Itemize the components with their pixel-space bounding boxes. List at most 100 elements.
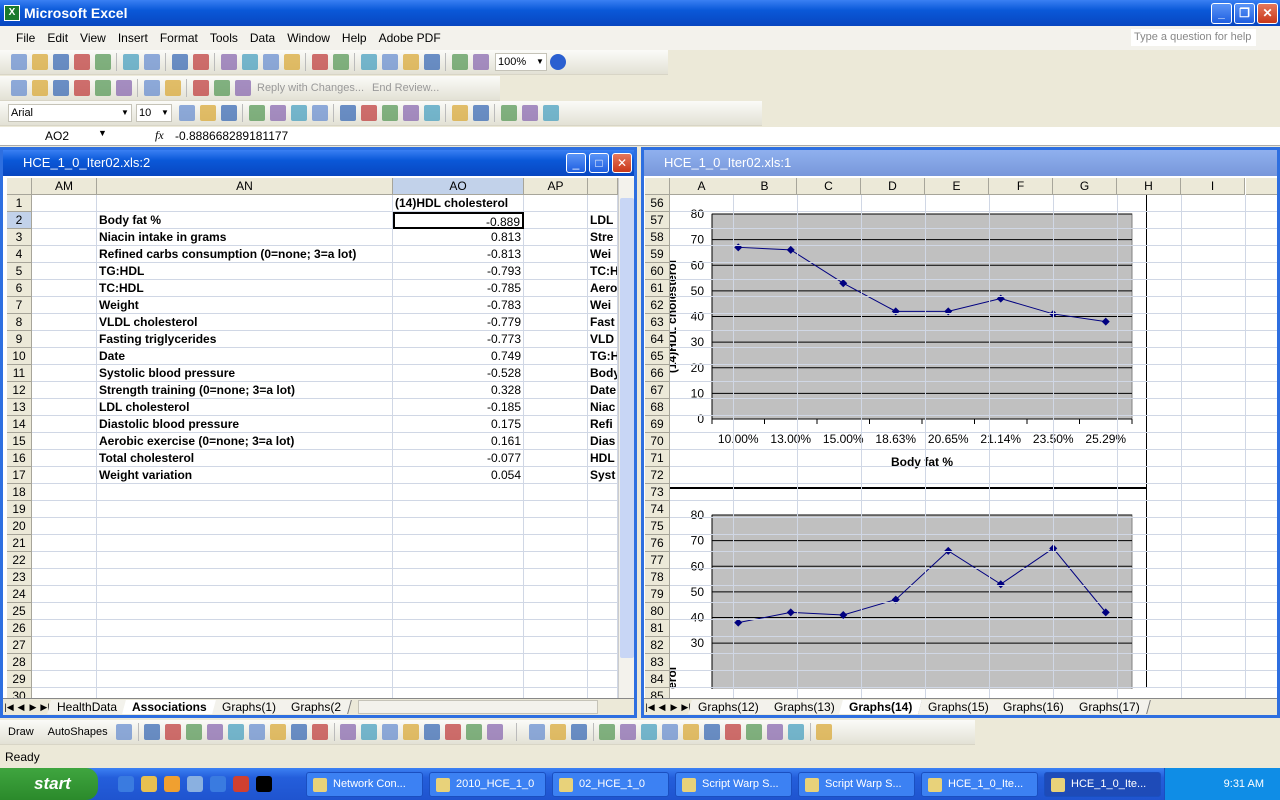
grid-cell[interactable] xyxy=(862,688,926,698)
grid-cell[interactable] xyxy=(670,297,734,314)
line-style-icon[interactable] xyxy=(403,724,420,740)
show-all-comments-icon[interactable] xyxy=(94,80,111,96)
grid-cell[interactable] xyxy=(97,552,393,569)
grid-cell[interactable] xyxy=(1118,603,1182,620)
row-header[interactable]: 5 xyxy=(7,263,32,280)
sort-ascending-icon[interactable] xyxy=(402,54,419,70)
bold-icon[interactable] xyxy=(178,105,195,121)
row-header[interactable]: 71 xyxy=(645,450,670,467)
clock-icon[interactable] xyxy=(164,776,180,792)
grid-cell[interactable] xyxy=(926,501,990,518)
grid-cell[interactable] xyxy=(588,195,618,212)
cell-variable-name[interactable]: Weight xyxy=(97,297,393,314)
row-header[interactable]: 76 xyxy=(645,535,670,552)
cell-header-ao[interactable]: (14)HDL cholesterol xyxy=(393,195,524,212)
decrease-indent-icon[interactable] xyxy=(451,105,468,121)
grid-cell[interactable] xyxy=(734,484,798,501)
grid-cell[interactable] xyxy=(1118,467,1182,484)
grid-cell[interactable] xyxy=(1054,671,1118,688)
grid-cell[interactable] xyxy=(1246,671,1277,688)
grid-cell[interactable] xyxy=(926,535,990,552)
format-painter-icon[interactable] xyxy=(283,54,300,70)
cell-variable-name[interactable]: Weight variation xyxy=(97,467,393,484)
grid-cell[interactable] xyxy=(1182,637,1246,654)
grid-cell[interactable] xyxy=(1118,535,1182,552)
grid-cell[interactable] xyxy=(734,246,798,263)
row-header[interactable]: 68 xyxy=(645,399,670,416)
taskbar-button[interactable]: Script Warp S... xyxy=(675,772,792,797)
reply-with-changes-button[interactable]: Reply with Changes... xyxy=(257,82,364,94)
grid-cell[interactable] xyxy=(524,569,588,586)
cell-correlation[interactable]: 0.328 xyxy=(393,382,524,399)
grid-cell[interactable] xyxy=(1118,416,1182,433)
grid-cell[interactable] xyxy=(862,671,926,688)
drawing-icon[interactable] xyxy=(472,54,489,70)
grid-cell[interactable] xyxy=(524,246,588,263)
column-header-next[interactable] xyxy=(1246,178,1277,195)
cmd-icon[interactable] xyxy=(256,776,272,792)
grid-cell[interactable] xyxy=(1182,586,1246,603)
row-header[interactable]: 63 xyxy=(645,314,670,331)
row-header[interactable]: 30 xyxy=(7,688,32,698)
grid-cell[interactable] xyxy=(588,501,618,518)
grid-cell[interactable] xyxy=(734,603,798,620)
grid-cell[interactable] xyxy=(524,671,588,688)
grid-cell[interactable] xyxy=(32,399,97,416)
cell-ap[interactable]: Stre xyxy=(588,229,618,246)
grid-cell[interactable] xyxy=(1054,688,1118,698)
grid-cell[interactable] xyxy=(393,501,524,518)
chrome-icon[interactable] xyxy=(233,776,249,792)
grid-cell[interactable] xyxy=(524,467,588,484)
grid-cell[interactable] xyxy=(862,348,926,365)
grid-cell[interactable] xyxy=(524,399,588,416)
grid-cell[interactable] xyxy=(524,314,588,331)
grid-cell[interactable] xyxy=(1054,569,1118,586)
row-header[interactable]: 16 xyxy=(7,450,32,467)
grid-cell[interactable] xyxy=(862,586,926,603)
menu-tools[interactable]: Tools xyxy=(204,31,244,45)
borders-icon[interactable] xyxy=(500,105,517,121)
font-name-select[interactable]: Arial ▼ xyxy=(8,104,132,122)
grid-cell[interactable] xyxy=(1054,586,1118,603)
grid-cell[interactable] xyxy=(990,603,1054,620)
font-color-icon[interactable] xyxy=(382,724,399,740)
sort-descending-icon[interactable] xyxy=(423,54,440,70)
sheet-tab-graphs17[interactable]: Graphs(17) xyxy=(1069,700,1151,714)
grid-cell[interactable] xyxy=(1246,535,1277,552)
grid-cell[interactable] xyxy=(1182,688,1246,698)
grid-cell[interactable] xyxy=(990,518,1054,535)
grid-cell[interactable] xyxy=(862,246,926,263)
row-header[interactable]: 81 xyxy=(645,620,670,637)
grid-cell[interactable] xyxy=(798,365,862,382)
grid-cell[interactable] xyxy=(1182,382,1246,399)
grid-cell[interactable] xyxy=(1118,518,1182,535)
grid-cell[interactable] xyxy=(798,620,862,637)
grid-cell[interactable] xyxy=(734,535,798,552)
grid-cell[interactable] xyxy=(734,586,798,603)
grid-cell[interactable] xyxy=(990,297,1054,314)
grid-cell[interactable] xyxy=(734,620,798,637)
grid-cell[interactable] xyxy=(1118,654,1182,671)
grid-cell[interactable] xyxy=(1118,569,1182,586)
grid-cell[interactable] xyxy=(1182,246,1246,263)
grid-cell[interactable] xyxy=(1118,195,1182,212)
grid-cell[interactable] xyxy=(862,620,926,637)
fill-color-icon[interactable] xyxy=(521,105,538,121)
row-header[interactable]: 69 xyxy=(645,416,670,433)
grid-cell[interactable] xyxy=(990,365,1054,382)
grid-cell[interactable] xyxy=(588,671,618,688)
grid-cell[interactable] xyxy=(32,450,97,467)
cell-variable-name[interactable]: Aerobic exercise (0=none; 3=a lot) xyxy=(97,433,393,450)
row-header[interactable]: 10 xyxy=(7,348,32,365)
grid-cell[interactable] xyxy=(798,518,862,535)
cell-correlation[interactable]: -0.779 xyxy=(393,314,524,331)
grid-cell[interactable] xyxy=(97,518,393,535)
grid-cell[interactable] xyxy=(862,212,926,229)
grid-cell[interactable] xyxy=(926,671,990,688)
grid-cell[interactable] xyxy=(97,603,393,620)
grid-cell[interactable] xyxy=(670,229,734,246)
grid-cell[interactable] xyxy=(990,331,1054,348)
grid-cell[interactable] xyxy=(1118,637,1182,654)
grid-cell[interactable] xyxy=(926,416,990,433)
grid-cell[interactable] xyxy=(798,280,862,297)
